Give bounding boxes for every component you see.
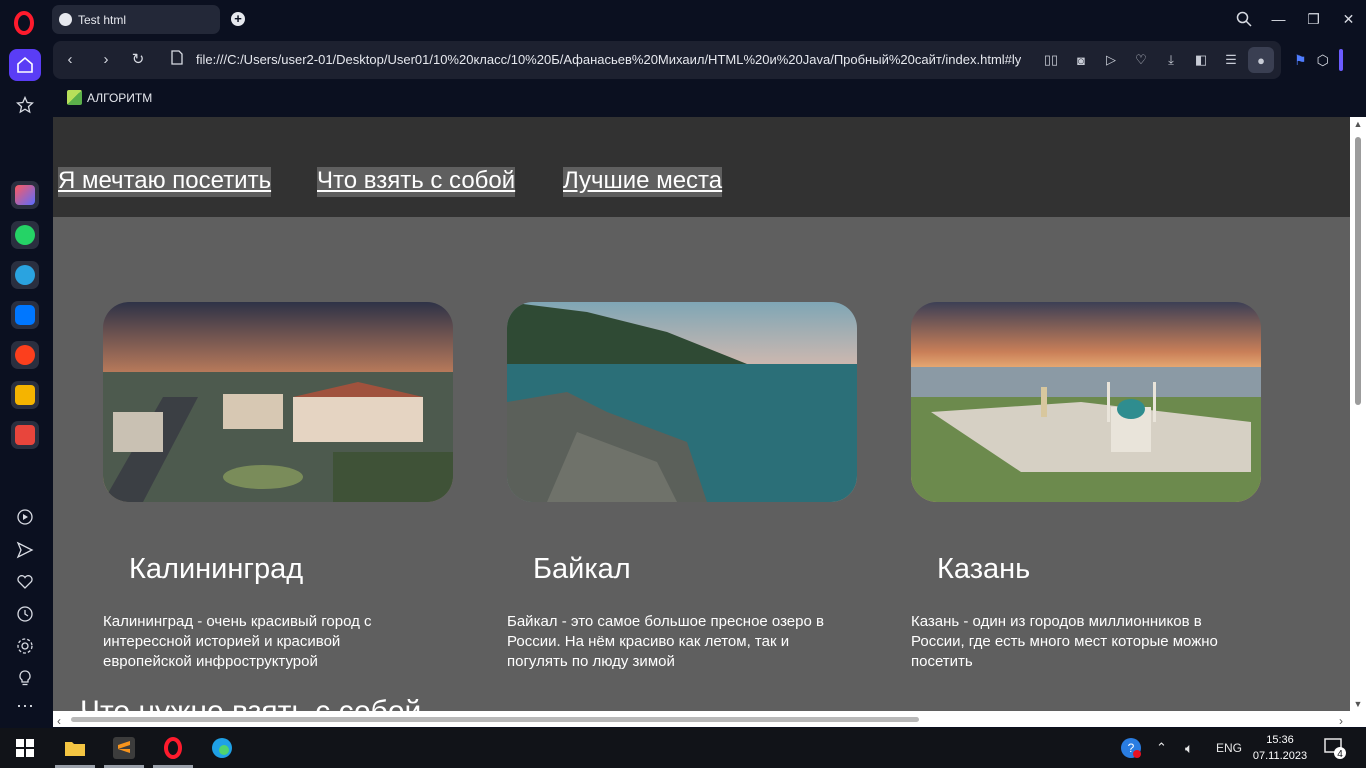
battery-saver-icon[interactable]: ◧ bbox=[1188, 47, 1214, 73]
nav-link-dream[interactable]: Я мечтаю посетить bbox=[58, 167, 272, 197]
aria-ai-icon[interactable] bbox=[11, 181, 39, 209]
opera-taskbar-icon[interactable] bbox=[160, 735, 186, 761]
heart-icon[interactable] bbox=[9, 566, 41, 598]
more-icon[interactable]: ⋯ bbox=[9, 690, 41, 722]
history-clock-icon[interactable] bbox=[9, 598, 41, 630]
vk-icon[interactable] bbox=[11, 301, 39, 329]
sublime-text-icon[interactable] bbox=[111, 735, 137, 761]
bookmarks-bar: АЛГОРИТМ bbox=[53, 82, 1363, 113]
scrollbar-corner bbox=[1350, 711, 1366, 727]
translate-icon[interactable] bbox=[11, 421, 39, 449]
tab-test-html[interactable]: Test html bbox=[52, 5, 220, 34]
system-clock[interactable]: 15:36 07.11.2023 bbox=[1252, 732, 1308, 764]
opera-sidebar: ⋯ bbox=[0, 38, 50, 728]
back-icon[interactable]: ‹ bbox=[60, 50, 80, 70]
telegram-icon[interactable] bbox=[11, 261, 39, 289]
site-nav: Я мечтаю посетить Что взять с собой Лучш… bbox=[53, 117, 1350, 217]
reload-icon[interactable]: ↻ bbox=[128, 50, 148, 70]
vertical-scrollbar[interactable]: ▲ ▼ bbox=[1350, 117, 1366, 711]
bookmarks-star-icon[interactable] bbox=[9, 89, 41, 121]
send-flow-icon[interactable]: ▷ bbox=[1098, 47, 1124, 73]
yandex-icon[interactable] bbox=[11, 341, 39, 369]
downloads-icon[interactable]: ⤓ bbox=[1158, 47, 1184, 73]
bookmark-algoritm[interactable]: АЛГОРИТМ bbox=[67, 90, 152, 105]
forward-icon[interactable]: › bbox=[96, 50, 116, 70]
tab-strip: Test html + — ❐ ✕ bbox=[0, 0, 1366, 38]
bookmark-label: АЛГОРИТМ bbox=[87, 90, 153, 105]
show-hidden-icons-chevron-icon[interactable]: ⌃ bbox=[1156, 728, 1167, 768]
reader-mode-icon[interactable]: ▯▯ bbox=[1038, 47, 1064, 73]
windows-start-icon[interactable] bbox=[12, 735, 38, 761]
clock-date: 07.11.2023 bbox=[1252, 750, 1308, 762]
file-icon bbox=[167, 50, 187, 70]
card-title-kazan: Казань bbox=[937, 553, 1031, 585]
kazan-photo bbox=[911, 302, 1261, 502]
whatsapp-icon[interactable] bbox=[11, 221, 39, 249]
extensions-cube-icon[interactable]: ⬡ bbox=[1317, 52, 1329, 69]
horizontal-scrollbar[interactable]: ‹ › bbox=[53, 711, 1350, 728]
scroll-left-icon[interactable]: ‹ bbox=[57, 714, 61, 728]
page-viewport: Я мечтаю посетить Что взять с собой Лучш… bbox=[53, 117, 1350, 711]
windows-taskbar: ? ⌃ 🔈︎ ENG 15:36 07.11.2023 4 bbox=[0, 728, 1366, 768]
address-bar-tools: ▯▯ ◙ ▷ ♡ ⤓ ◧ ☰ ● bbox=[1038, 47, 1274, 73]
minimize-button[interactable]: — bbox=[1261, 0, 1296, 38]
snapshot-camera-icon[interactable]: ◙ bbox=[1068, 47, 1094, 73]
send-icon[interactable] bbox=[9, 534, 41, 566]
close-button[interactable]: ✕ bbox=[1331, 0, 1366, 38]
scroll-up-icon[interactable]: ▲ bbox=[1353, 120, 1363, 129]
profile-icon[interactable]: ● bbox=[1248, 47, 1274, 73]
baikal-photo bbox=[507, 302, 857, 502]
restore-button[interactable]: ❐ bbox=[1296, 0, 1331, 38]
notifications-count: 4 bbox=[1337, 749, 1343, 760]
vpn-shield-icon[interactable]: ⚑ bbox=[1294, 52, 1307, 69]
card-text-kazan: Казань - один из городов миллионников в … bbox=[911, 613, 1218, 670]
opera-menu-icon[interactable] bbox=[12, 11, 36, 35]
card-title-kaliningrad: Калининград bbox=[129, 553, 304, 585]
file-explorer-icon[interactable] bbox=[62, 735, 88, 761]
search-tabs-icon[interactable] bbox=[1226, 0, 1261, 38]
vertical-scroll-thumb[interactable] bbox=[1355, 137, 1361, 405]
nav-link-packing[interactable]: Что взять с собой bbox=[317, 167, 516, 197]
new-tab-button[interactable]: + bbox=[231, 12, 245, 26]
tab-title: Test html bbox=[78, 12, 127, 27]
nav-link-best-places[interactable]: Лучшие места bbox=[563, 167, 723, 197]
url-field[interactable]: file:///C:/Users/user2-01/Desktop/User01… bbox=[196, 52, 1021, 67]
window-controls: — ❐ ✕ bbox=[1226, 0, 1366, 38]
home-icon[interactable] bbox=[9, 49, 41, 81]
add-to-favorites-heart-icon[interactable]: ♡ bbox=[1128, 47, 1154, 73]
volume-icon[interactable]: 🔈︎ bbox=[1185, 728, 1193, 768]
section-heading-packing: Что нужно взять с собой bbox=[80, 695, 421, 711]
algoritm-favicon-icon bbox=[67, 90, 82, 105]
card-title-baikal: Байкал bbox=[533, 553, 631, 585]
clock-time: 15:36 bbox=[1266, 734, 1294, 746]
kaliningrad-photo bbox=[103, 302, 453, 502]
scroll-right-icon[interactable]: › bbox=[1339, 714, 1343, 728]
globe-icon bbox=[59, 13, 72, 26]
mail-icon[interactable] bbox=[11, 381, 39, 409]
help-icon[interactable]: ? bbox=[1120, 728, 1142, 768]
player-icon[interactable] bbox=[9, 501, 41, 533]
sidebar-accent-bar bbox=[1338, 49, 1343, 71]
address-bar: ‹ › ↻ file:///C:/Users/user2-01/Desktop/… bbox=[53, 41, 1281, 79]
edge-icon[interactable] bbox=[209, 735, 235, 761]
language-indicator[interactable]: ENG bbox=[1216, 728, 1242, 768]
scroll-down-icon[interactable]: ▼ bbox=[1353, 700, 1363, 709]
easy-setup-icon[interactable]: ☰ bbox=[1218, 47, 1244, 73]
extensions-area: ⚑ ⬡ bbox=[1284, 41, 1366, 79]
card-text-kaliningrad: Калининград - очень красивый город с инт… bbox=[103, 613, 372, 670]
horizontal-scroll-thumb[interactable] bbox=[71, 717, 919, 722]
notifications-icon[interactable]: 4 bbox=[1323, 728, 1347, 768]
settings-gear-icon[interactable] bbox=[9, 630, 41, 662]
card-text-baikal: Байкал - это самое большое пресное озеро… bbox=[507, 613, 824, 670]
